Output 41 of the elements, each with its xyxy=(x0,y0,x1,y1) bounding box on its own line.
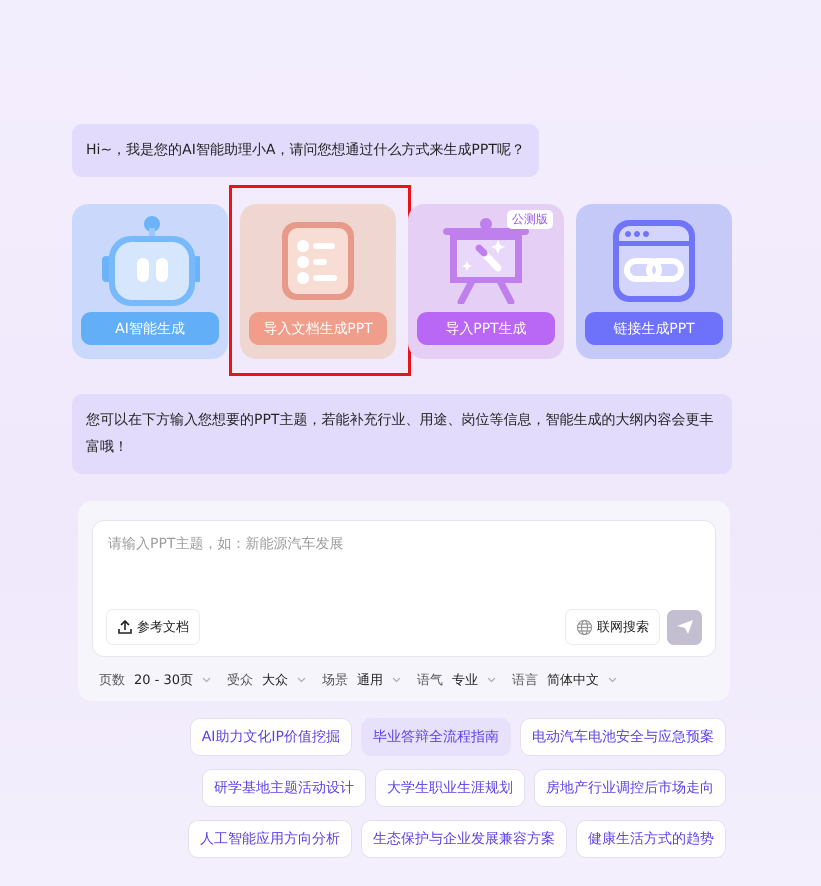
suggestion-chip[interactable]: 人工智能应用方向分析 xyxy=(188,820,352,858)
suggestion-chip[interactable]: 研学基地主题活动设计 xyxy=(202,769,366,807)
upload-reference-button[interactable]: 参考文档 xyxy=(106,609,200,645)
mode-button[interactable]: 导入PPT生成 xyxy=(417,312,555,345)
option-dropdown[interactable]: 通用 xyxy=(357,671,384,689)
mode-card[interactable]: 链接生成PPT xyxy=(576,204,732,359)
chevron-down-icon[interactable] xyxy=(202,677,212,683)
suggestion-chip[interactable]: 大学生职业生涯规划 xyxy=(375,769,525,807)
web-search-button[interactable]: 联网搜索 xyxy=(565,609,660,645)
beta-badge: 公测版 xyxy=(507,210,553,229)
chevron-down-icon[interactable] xyxy=(392,677,402,683)
option-label: 受众 xyxy=(227,672,254,689)
globe-icon xyxy=(576,618,593,636)
topic-input-field[interactable]: 请输入PPT主题，如：新能源汽车发展 参考文档 联网搜索 xyxy=(92,520,716,657)
option-label: 语气 xyxy=(417,672,444,689)
robot-icon xyxy=(100,216,200,306)
suggestion-chip[interactable]: 毕业答辩全流程指南 xyxy=(361,718,511,756)
mode-button[interactable]: 链接生成PPT xyxy=(585,312,723,345)
option-dropdown[interactable]: 大众 xyxy=(262,671,288,689)
hint-message: 您可以在下方输入您想要的PPT主题，若能补充行业、用途、岗位等信息，智能生成的大纲内容会更丰富哦！ xyxy=(72,394,732,474)
option-dropdown[interactable]: 简体中文 xyxy=(547,671,600,689)
option-label: 场景 xyxy=(322,672,348,689)
option-label: 语言 xyxy=(512,672,538,689)
upload-icon xyxy=(117,619,133,635)
send-icon xyxy=(676,619,694,635)
greeting-message: Hi~，我是您的AI智能助理小A，请问您想通过什么方式来生成PPT呢？ xyxy=(72,124,539,177)
chevron-down-icon[interactable] xyxy=(608,677,618,683)
browser-link-icon xyxy=(612,219,696,303)
list-document-icon xyxy=(280,220,356,302)
option-dropdown[interactable]: 专业 xyxy=(452,671,478,689)
suggestion-chip[interactable]: 健康生活方式的趋势 xyxy=(576,820,726,858)
chevron-down-icon[interactable] xyxy=(297,677,306,683)
mode-card[interactable]: 公测版 导入PPT生成 xyxy=(408,204,564,359)
send-button[interactable] xyxy=(667,610,702,644)
suggestion-chip[interactable]: 电动汽车电池安全与应急预案 xyxy=(520,718,726,756)
suggestion-chip[interactable]: 房地产行业调控后市场走向 xyxy=(534,769,726,807)
option-dropdown[interactable]: 20 - 30页 xyxy=(134,671,194,689)
suggestion-chip[interactable]: 生态保护与企业发展兼容方案 xyxy=(361,820,567,858)
chevron-down-icon[interactable] xyxy=(487,677,496,683)
suggestion-chip[interactable]: AI助力文化IP价值挖掘 xyxy=(190,718,352,756)
option-label: 页数 xyxy=(99,672,125,689)
